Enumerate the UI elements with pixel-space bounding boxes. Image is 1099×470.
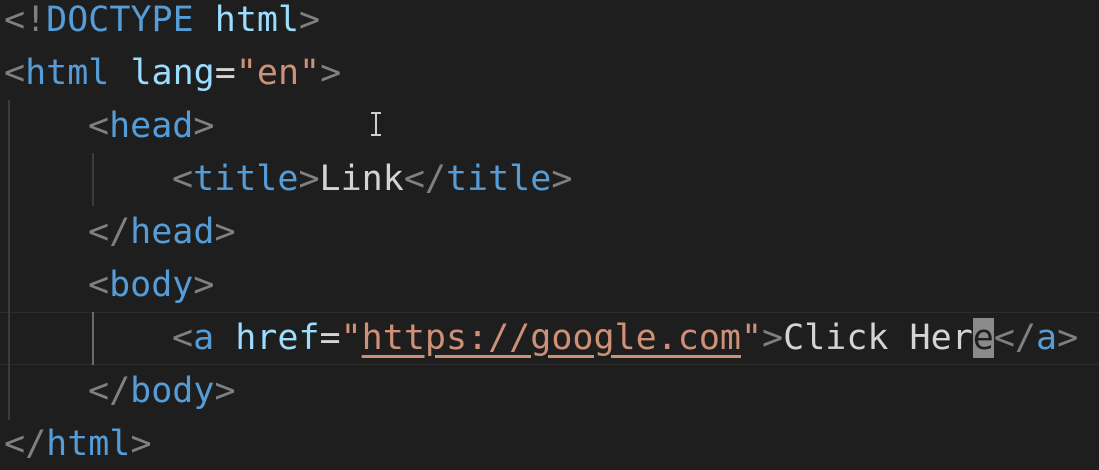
code-line-3[interactable]: <head> [88,100,214,153]
token: = [319,318,341,358]
token: > [214,371,236,411]
ibeam-cursor-icon [371,112,381,136]
token: < [172,318,194,358]
token: a [1036,318,1058,358]
token: <! [4,0,47,40]
token: > [130,424,152,464]
code-line-8[interactable]: </body> [88,365,236,418]
token: title [193,159,299,199]
token: </ [993,318,1037,358]
token: " [340,318,362,358]
token: head [130,212,215,252]
token: html [25,53,110,93]
token: > [1057,318,1079,358]
token: < [88,265,110,305]
token: " [740,318,763,358]
token: > [320,53,342,93]
indent-guide-active [92,312,94,365]
token: </ [88,212,131,252]
code-line-4[interactable]: <title>Link</title> [172,153,572,206]
token: = [214,53,236,93]
token: head [109,106,194,146]
token: </ [4,424,47,464]
token: < [172,159,194,199]
url-link[interactable]: https://google.com [362,318,741,358]
token: Click Her [783,318,973,358]
token: > [762,318,784,358]
code-line-1[interactable]: <!DOCTYPE html> [4,0,320,47]
code-line-2[interactable]: <html lang="en"> [4,47,341,100]
token: body [130,371,215,411]
token: < [4,53,26,93]
token: a [193,318,215,358]
token: > [299,0,321,40]
token: "en" [235,53,321,93]
code-line-6[interactable]: <body> [88,259,214,312]
indent-guide [92,153,94,206]
token: > [214,212,236,252]
token: > [193,265,215,305]
token: Link [319,159,404,199]
token: lang [109,53,215,93]
token: body [109,265,194,305]
indent-guide [8,100,10,420]
token: html [193,0,300,40]
code-editor[interactable]: <!DOCTYPE html> <html lang="en"> <head> … [0,0,1099,470]
token: </ [403,159,446,199]
code-line-5[interactable]: </head> [88,206,236,259]
code-line-7[interactable]: <a href="https://google.com">Click Here<… [172,312,1078,365]
token: href [214,318,320,358]
token: title [445,159,552,199]
token: < [88,106,110,146]
text-cursor: e [972,318,994,358]
code-line-9[interactable]: </html> [4,418,152,470]
token: html [46,424,131,464]
token: > [193,106,215,146]
token: </ [88,371,131,411]
token: > [298,159,320,199]
token: > [551,159,573,199]
token: DOCTYPE [46,0,194,40]
